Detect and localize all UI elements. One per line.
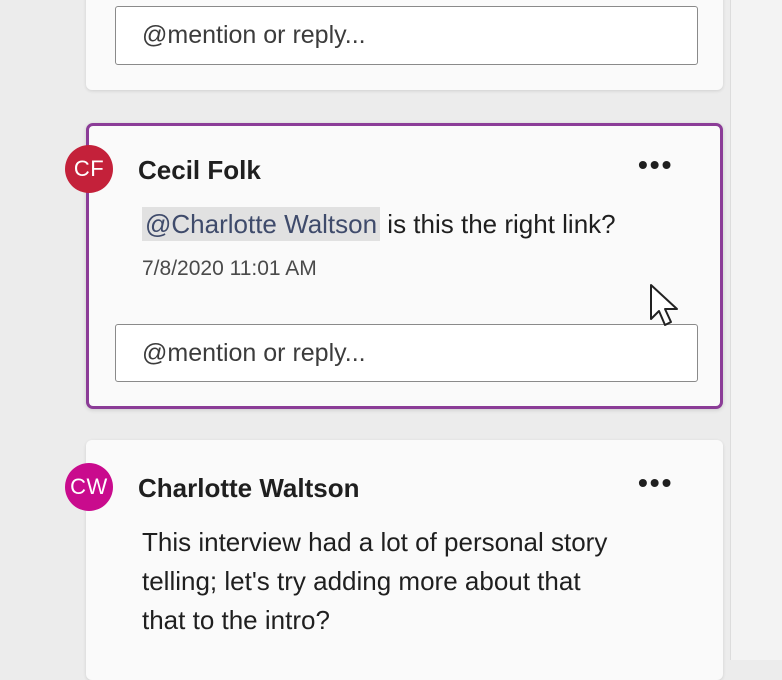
comment-author: Charlotte Waltson [138,473,360,503]
comment-text-line: that to the intro? [142,605,330,635]
comment-timestamp: 7/8/2020 11:01 AM [142,257,317,280]
pane-scroll-track[interactable] [730,0,782,660]
comment-text-line: This interview had a lot of personal sto… [142,527,608,557]
comment-text-line: telling; let's try adding more about tha… [142,566,581,596]
reply-input-previous[interactable]: @mention or reply... [115,6,698,65]
more-options-icon[interactable]: ••• [638,469,673,497]
more-options-icon[interactable]: ••• [638,151,673,179]
mouse-pointer-icon [650,284,678,326]
comment-body: @Charlotte Waltson is this the right lin… [142,205,616,244]
avatar: CF [65,145,113,193]
comment-text: is this the right link? [380,209,616,239]
comment-body: This interview had a lot of personal sto… [142,523,607,640]
reply-input[interactable]: @mention or reply... [115,324,698,382]
mention-link[interactable]: @Charlotte Waltson [142,207,381,241]
avatar: CW [65,463,113,511]
comment-author: Cecil Folk [138,155,261,185]
